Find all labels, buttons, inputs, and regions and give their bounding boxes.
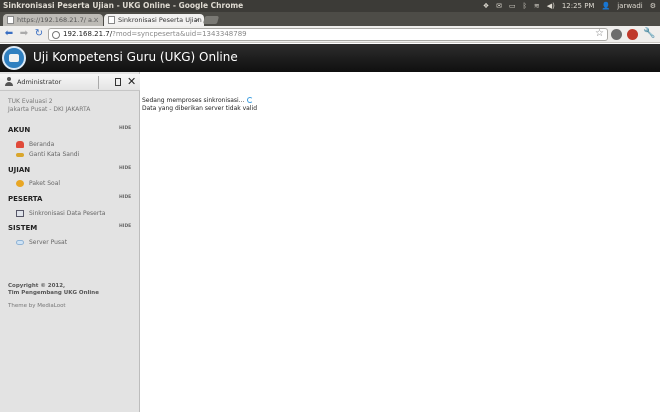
loading-spinner-icon [247, 97, 254, 103]
hide-sistem-button[interactable]: HIDE [119, 224, 131, 229]
hide-ujian-button[interactable]: HIDE [119, 166, 131, 171]
home-icon [16, 141, 24, 148]
team-line: Tim Pengembang UKG Online [8, 290, 99, 296]
tab-2[interactable]: Sinkronisasi Peserta Ujian × [104, 14, 204, 26]
dropbox-icon[interactable]: ❖ [483, 0, 489, 12]
reload-icon[interactable]: ↻ [33, 28, 45, 40]
os-top-bar: Sinkronisasi Peserta Ujian - UKG Online … [0, 0, 660, 12]
new-tab-button[interactable] [202, 16, 220, 24]
menu-item-server-pusat[interactable]: Server Pusat [16, 238, 67, 247]
sidebar: Administrator ✕ TUK Evaluasi 2 Jakarta P… [0, 72, 140, 412]
sync-icon [16, 210, 24, 217]
cloud-icon [16, 240, 24, 245]
clock[interactable]: 12:25 PM [562, 0, 595, 12]
system-tray: ❖ ✉ ▭ ᛒ ≋ ◀) 12:25 PM 👤 jarwadi ⚙ [483, 0, 656, 12]
sync-status-text: Sedang memproses sinkronisasi... [142, 97, 245, 104]
tab-close-icon[interactable]: × [93, 14, 99, 26]
url-path: ?mod=syncpeserta&uid=1343348789 [112, 30, 247, 38]
menu-item-label: Paket Soal [29, 180, 61, 187]
menu-item-label: Sinkronisasi Data Peserta [29, 210, 106, 217]
user-icon [5, 77, 13, 86]
tab-1-label: https://192.168.21.7/ a... [17, 16, 99, 24]
page-icon [108, 16, 115, 24]
tut-wuri-logo-icon [2, 46, 26, 70]
app-title: Uji Kompetensi Guru (UKG) Online [33, 50, 238, 64]
os-username[interactable]: jarwadi [617, 0, 643, 12]
bookmark-star-icon[interactable]: ☆ [595, 28, 604, 39]
menu-item-beranda[interactable]: Beranda [16, 140, 54, 149]
page-icon [7, 16, 14, 24]
copyright-line: Copyright © 2012, [8, 283, 66, 289]
address-bar[interactable]: 192.168.21.7/?mod=syncpeserta&uid=134334… [48, 28, 608, 41]
section-peserta-title: PESERTA [8, 195, 43, 203]
battery-icon[interactable]: ▭ [509, 0, 516, 12]
divider [98, 76, 99, 89]
back-arrow-icon[interactable]: ⬅ [3, 28, 15, 40]
key-icon [16, 152, 24, 157]
section-sistem-title: SISTEM [8, 224, 38, 232]
main-content: Sedang memproses sinkronisasi... Data ya… [141, 72, 660, 412]
theme-credit: Theme by MediaLoot [8, 303, 66, 309]
url-host: 192.168.21.7/ [63, 30, 113, 38]
user-icon: 👤 [601, 2, 611, 10]
tab-close-icon[interactable]: × [194, 14, 200, 26]
volume-icon[interactable]: ◀) [547, 0, 555, 12]
hide-peserta-button[interactable]: HIDE [119, 195, 131, 200]
app-header: Uji Kompetensi Guru (UKG) Online [0, 44, 660, 72]
section-ujian-title: UJIAN [8, 166, 31, 174]
menu-item-label: Server Pusat [29, 239, 68, 246]
tuk-name: TUK Evaluasi 2 [8, 98, 53, 105]
user-name[interactable]: Administrator [17, 78, 61, 86]
wrench-icon[interactable]: 🔧 [643, 28, 655, 40]
bluetooth-icon[interactable]: ᛒ [523, 0, 527, 12]
forward-arrow-icon[interactable]: ➡ [18, 28, 30, 40]
wifi-icon[interactable]: ≋ [534, 0, 540, 12]
sync-status: Sedang memproses sinkronisasi... [142, 97, 254, 104]
globe-icon [52, 31, 60, 39]
menu-item-sinkronisasi-data-peserta[interactable]: Sinkronisasi Data Peserta [16, 209, 105, 218]
wordpress-extension-icon[interactable] [611, 29, 622, 40]
hide-akun-button[interactable]: HIDE [119, 126, 131, 131]
extension-icon[interactable] [627, 29, 638, 40]
menu-item-label: Beranda [29, 141, 55, 148]
menu-item-label: Ganti Kata Sandi [29, 151, 80, 158]
section-akun-title: AKUN [8, 126, 31, 134]
window-title: Sinkronisasi Peserta Ujian - UKG Online … [3, 1, 244, 10]
power-gear-icon[interactable]: ⚙ [650, 0, 656, 12]
menu-item-ganti-kata-sandi[interactable]: Ganti Kata Sandi [16, 150, 79, 159]
tuk-info: TUK Evaluasi 2 Jakarta Pusat - DKI JAKAR… [8, 98, 90, 114]
user-bar: Administrator ✕ [0, 74, 140, 91]
close-icon[interactable]: ✕ [127, 76, 136, 88]
users-icon [16, 180, 24, 187]
menu-item-paket-soal[interactable]: Paket Soal [16, 179, 60, 188]
copyright-text: Copyright © 2012, Tim Pengembang UKG Onl… [8, 283, 99, 297]
tab-strip: https://192.168.21.7/ a... × Sinkronisas… [0, 12, 660, 26]
mail-icon[interactable]: ✉ [496, 0, 502, 12]
error-message: Data yang diberikan server tidak valid [142, 105, 258, 112]
tab-2-label: Sinkronisasi Peserta Ujian [118, 16, 202, 24]
tuk-location: Jakarta Pusat - DKI JAKARTA [8, 106, 91, 113]
tab-1[interactable]: https://192.168.21.7/ a... × [3, 14, 103, 26]
logout-icon[interactable] [115, 78, 121, 86]
browser-toolbar: ⬅ ➡ ↻ 192.168.21.7/?mod=syncpeserta&uid=… [0, 26, 660, 43]
